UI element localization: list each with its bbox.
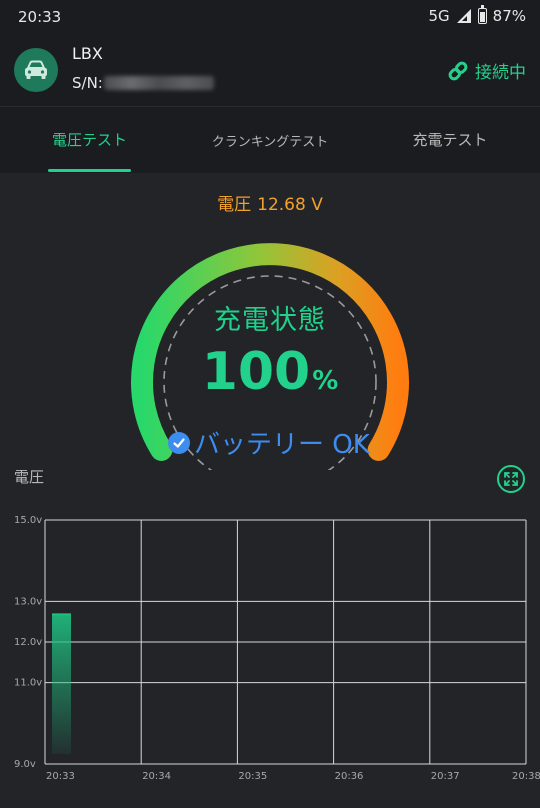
x-tick-label: 20:35: [238, 771, 267, 782]
y-tick-label: 15.0v: [14, 515, 42, 526]
voltage-chart: 15.0v 13.0v 12.0v 11.0v 9.0v 20:33 20:34 20:35…: [14, 515, 540, 782]
check-icon: [168, 431, 190, 454]
gauge-percent-unit: %: [312, 366, 339, 396]
battery-status: バッテリー OK: [168, 424, 370, 461]
gauge-value: 100%: [0, 342, 540, 402]
x-tick-label: 20:38: [512, 771, 540, 782]
y-tick-label: 13.0v: [14, 596, 42, 607]
gauge-title: 充電状態: [214, 305, 326, 336]
y-tick-label: 12.0v: [14, 637, 42, 648]
gauge-percent-value: 100: [201, 342, 311, 402]
x-tick-label: 20:37: [431, 771, 460, 782]
x-tick-label: 20:33: [46, 771, 75, 782]
y-tick-label: 11.0v: [14, 678, 42, 689]
battery-status-label: バッテリー OK: [194, 430, 370, 460]
expand-icon[interactable]: [497, 465, 525, 493]
voltage-bar: [52, 614, 71, 754]
x-tick-label: 20:34: [142, 771, 171, 782]
x-tick-label: 20:36: [335, 771, 364, 782]
chart-title: 電圧: [14, 468, 45, 486]
y-tick-label: 9.0v: [14, 759, 36, 770]
